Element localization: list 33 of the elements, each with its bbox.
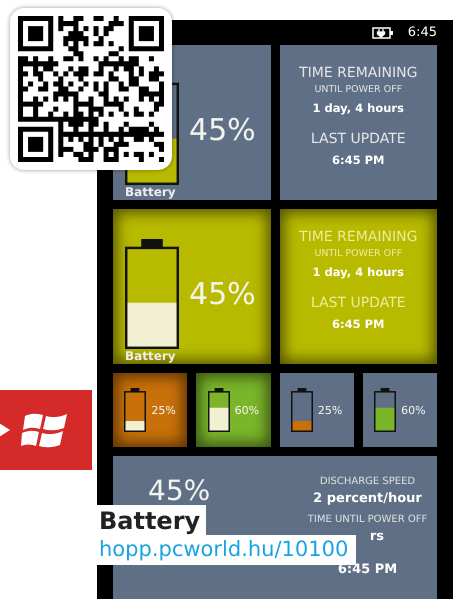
- info-subheading: DISCHARGE SPEED: [320, 476, 416, 487]
- tile[interactable]: TIME REMAINING UNTIL POWER OFF 1 day, 4 hours LAST UPDATE 6:45 PM: [280, 45, 437, 200]
- info-heading: TIME REMAINING: [299, 65, 418, 81]
- info-value: 1 day, 4 hours: [312, 265, 404, 279]
- info-heading: TIME REMAINING: [299, 229, 418, 245]
- charging-battery-icon: [372, 26, 394, 38]
- battery-percent: 60%: [234, 404, 260, 416]
- tile-label: Battery: [125, 185, 177, 199]
- battery-percent: 45%: [189, 112, 256, 148]
- tile[interactable]: 60%: [362, 373, 437, 447]
- tile[interactable]: 25%: [113, 373, 188, 447]
- status-time: 6:45: [408, 25, 437, 40]
- info-value: 2 percent/hour: [313, 491, 422, 506]
- tile[interactable]: 25%: [280, 373, 354, 447]
- info-value: 6:45 PM: [332, 153, 384, 167]
- info-heading: LAST UPDATE: [310, 295, 406, 311]
- info-subheading: TIME UNTIL POWER OFF: [308, 514, 428, 525]
- battery-percent: 45%: [189, 276, 256, 312]
- battery-percent: 45%: [148, 474, 212, 507]
- info-subheading: UNTIL POWER OFF: [314, 248, 402, 259]
- info-value: 6:45 PM: [332, 317, 384, 331]
- tile[interactable]: 45% Battery: [113, 209, 270, 364]
- info-heading: LAST UPDATE: [310, 131, 406, 147]
- battery-percent: 25%: [151, 404, 176, 416]
- caption-link[interactable]: hopp.pcworld.hu/10100: [97, 535, 356, 565]
- caption-title: Battery: [97, 505, 206, 535]
- battery-percent: 25%: [318, 404, 342, 416]
- qr-code-icon: [18, 16, 164, 162]
- tile-label: Battery: [125, 349, 177, 363]
- info-subheading: UNTIL POWER OFF: [314, 84, 402, 95]
- info-value: rs: [370, 529, 384, 544]
- battery-percent: 60%: [401, 404, 426, 416]
- info-value: 1 day, 4 hours: [312, 101, 404, 115]
